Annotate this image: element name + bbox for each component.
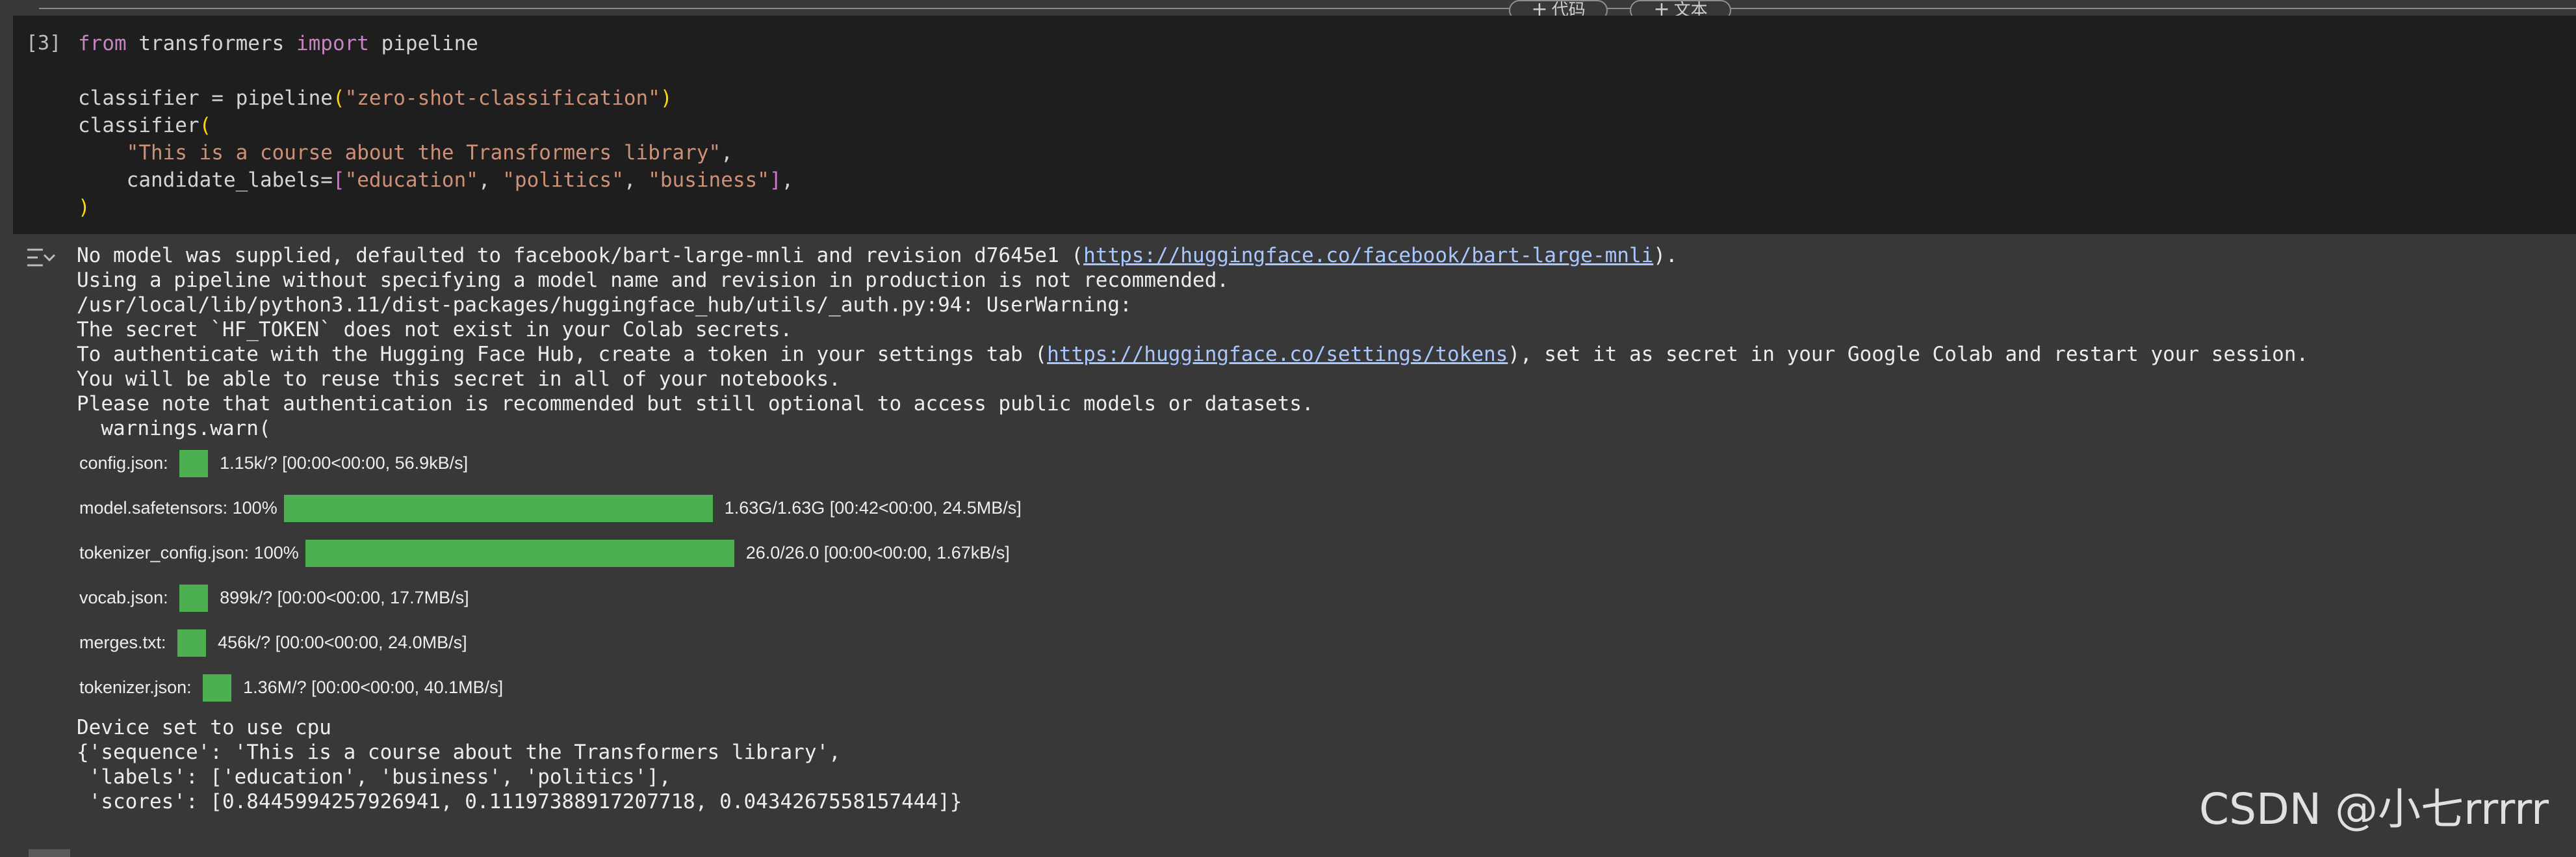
progress-stats: 1.15k/? [00:00<00:00, 56.9kB/s] [220, 453, 469, 473]
progress-stats: 26.0/26.0 [00:00<00:00, 1.67kB/s] [745, 543, 1010, 562]
result-line: 'labels': ['education', 'business', 'pol… [77, 765, 671, 789]
progress-file-name: model.safetensors: [79, 498, 228, 518]
progress-label: config.json: [79, 453, 173, 473]
code-token: pipeline [368, 32, 478, 55]
code-token: candidate_labels= [126, 168, 333, 192]
result-line: Device set to use cpu [77, 716, 331, 739]
download-progress-list: config.json: 1.15k/? [00:00<00:00, 56.9k… [79, 441, 1314, 710]
progress-stats: 899k/? [00:00<00:00, 17.7MB/s] [220, 588, 469, 607]
progress-bar [177, 629, 207, 657]
log-line: ). [1653, 244, 1678, 267]
progress-row-vocab: vocab.json: 899k/? [00:00<00:00, 17.7MB/… [79, 575, 1314, 620]
progress-row-model-safetensors: model.safetensors: 100% 1.63G/1.63G [00:… [79, 486, 1314, 531]
progress-file-name: tokenizer_config.json: [79, 543, 250, 562]
code-token: , [781, 168, 794, 192]
log-line: warnings.warn( [77, 417, 271, 440]
log-line: /usr/local/lib/python3.11/dist-packages/… [77, 293, 1132, 317]
progress-percent: 100% [253, 543, 299, 562]
code-token: , [721, 141, 733, 165]
result-line: 'scores': [0.8445994257926941, 0.1119738… [77, 790, 962, 813]
code-token: import [296, 32, 369, 55]
code-token: from [78, 32, 127, 55]
code-token: classifier [78, 114, 200, 137]
log-line: Please note that authentication is recom… [77, 392, 1314, 415]
progress-file-name: config.json: [79, 453, 168, 473]
result-output: Device set to use cpu {'sequence': 'This… [77, 715, 962, 814]
code-token: , [623, 168, 649, 192]
tokens-link[interactable]: https://huggingface.co/settings/tokens [1047, 343, 1508, 366]
progress-label: tokenizer.json: [79, 678, 196, 698]
stderr-log: No model was supplied, defaulted to face… [77, 243, 2308, 441]
code-token: "This is a course about the Transformers… [126, 141, 721, 165]
code-token: ( [199, 114, 212, 137]
progress-stats: 456k/? [00:00<00:00, 24.0MB/s] [218, 633, 467, 652]
log-line: The secret `HF_TOKEN` does not exist in … [77, 318, 793, 341]
log-line: Using a pipeline without specifying a mo… [77, 269, 1230, 292]
progress-row-merges: merges.txt: 456k/? [00:00<00:00, 24.0MB/… [79, 620, 1314, 665]
toolbar-divider [39, 8, 2576, 9]
code-token: [ [332, 168, 345, 192]
code-cell[interactable]: [3] from transformers import pipeline cl… [13, 16, 2576, 234]
progress-stats: 1.36M/? [00:00<00:00, 40.1MB/s] [243, 678, 504, 697]
progress-bar [179, 584, 209, 612]
progress-label: merges.txt: [79, 633, 171, 653]
progress-label: tokenizer_config.json: 100% [79, 543, 299, 563]
progress-row-tokenizer-config: tokenizer_config.json: 100% 26.0/26.0 [0… [79, 531, 1314, 575]
log-line: You will be able to reuse this secret in… [77, 367, 841, 391]
progress-percent: 100% [232, 498, 277, 518]
code-token: "politics" [502, 168, 624, 192]
progress-label: vocab.json: [79, 588, 173, 608]
log-line: ), set it as secret in your Google Colab… [1508, 343, 2309, 366]
execution-count: [3] [26, 32, 62, 55]
progress-bar [179, 449, 209, 477]
cell-output: No model was supplied, defaulted to face… [0, 234, 2576, 857]
progress-row-tokenizer: tokenizer.json: 1.36M/? [00:00<00:00, 40… [79, 665, 1314, 710]
progress-bar [203, 674, 232, 702]
progress-file-name: tokenizer.json: [79, 678, 192, 697]
horizontal-scrollbar[interactable] [29, 849, 70, 857]
progress-label: model.safetensors: 100% [79, 498, 277, 518]
code-token: ] [769, 168, 782, 192]
result-line: {'sequence': 'This is a course about the… [77, 741, 841, 764]
output-toggle-icon[interactable] [26, 247, 56, 270]
code-token: "education" [344, 168, 478, 192]
code-token: "zero-shot-classification" [344, 86, 660, 110]
code-token: , [478, 168, 503, 192]
code-token: "business" [648, 168, 769, 192]
log-line: To authenticate with the Hugging Face Hu… [77, 343, 1048, 366]
progress-file-name: merges.txt: [79, 633, 166, 652]
code-token: ) [78, 196, 90, 219]
watermark: CSDN @小七rrrrr [2199, 784, 2549, 834]
progress-stats: 1.63G/1.63G [00:42<00:00, 24.5MB/s] [724, 498, 1022, 518]
model-link[interactable]: https://huggingface.co/facebook/bart-lar… [1083, 244, 1653, 267]
code-editor[interactable]: from transformers import pipeline classi… [78, 30, 793, 221]
code-token: classifier = pipeline [78, 86, 333, 110]
code-token: ) [660, 86, 673, 110]
code-token: transformers [126, 32, 296, 55]
progress-bar [305, 539, 734, 567]
progress-row-config: config.json: 1.15k/? [00:00<00:00, 56.9k… [79, 441, 1314, 486]
progress-file-name: vocab.json: [79, 588, 168, 607]
cell-toolbar: + 代码 + 文本 [0, 0, 2576, 21]
log-line: No model was supplied, defaulted to face… [77, 244, 1084, 267]
progress-bar [283, 494, 713, 522]
code-token: ( [332, 86, 345, 110]
